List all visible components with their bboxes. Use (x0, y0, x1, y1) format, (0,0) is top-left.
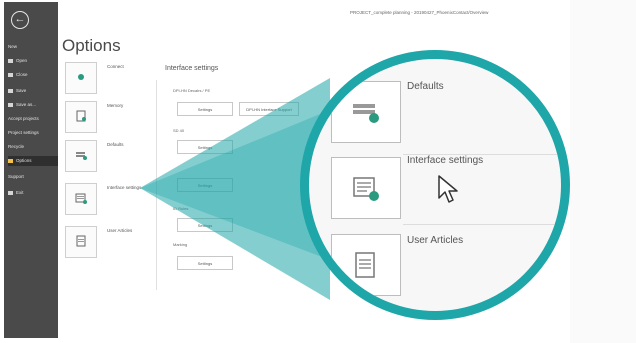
options-window: ← New Open Close Save Save as... Accept … (0, 0, 636, 343)
lens-content: Defaults Interface settings User Article… (309, 59, 561, 311)
defaults-icon (353, 104, 379, 123)
magnifier-lens: Defaults Interface settings User Article… (300, 50, 570, 320)
lens-label-user-articles: User Articles (407, 235, 464, 246)
mouse-pointer-icon (438, 175, 458, 203)
lens-tile-user-articles[interactable] (331, 234, 401, 296)
lens-tile-interface-settings[interactable] (331, 157, 401, 219)
lens-separator (403, 224, 561, 225)
lens-tile-defaults[interactable] (331, 81, 401, 143)
lens-label-defaults: Defaults (407, 81, 444, 92)
interface-settings-icon (353, 177, 379, 201)
user-articles-icon (355, 252, 375, 278)
lens-label-interface-settings: Interface settings (407, 155, 484, 166)
